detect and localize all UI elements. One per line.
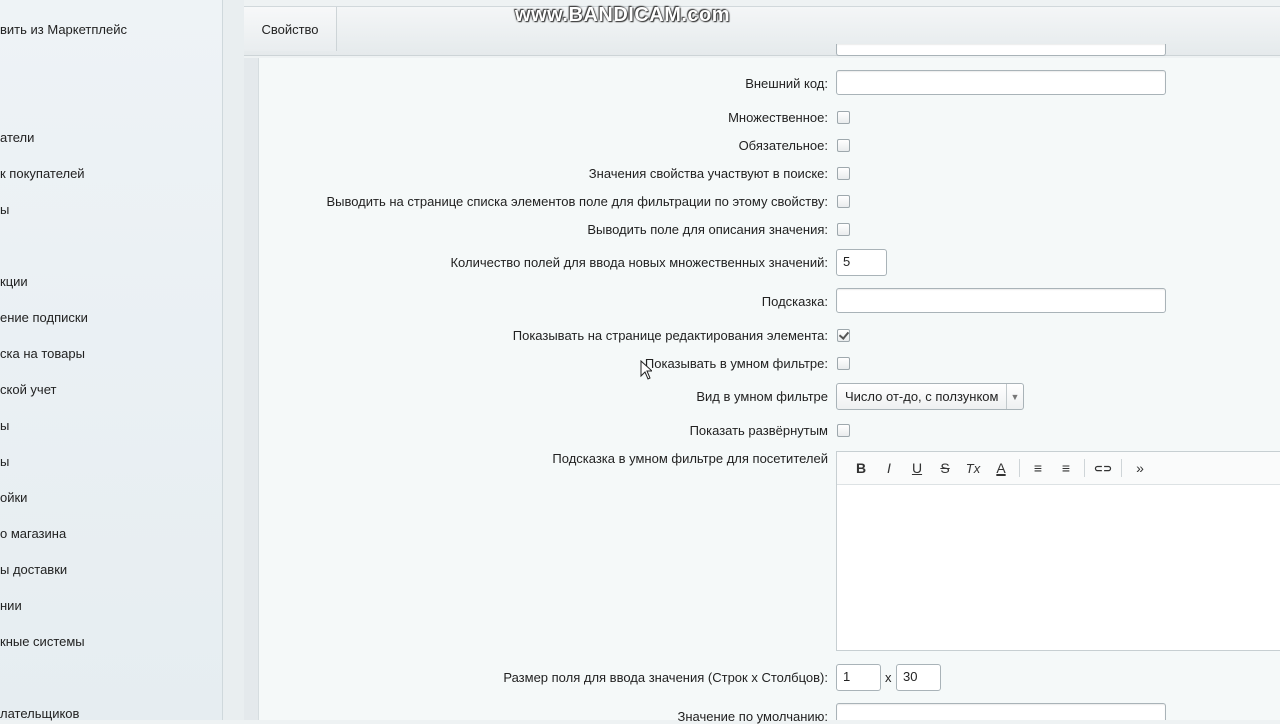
mouse-cursor-icon [640,360,652,380]
sidebar-item-buyer-groups[interactable]: к покупателей [0,166,220,181]
filter-list-label: Выводить на странице списка элементов по… [326,194,828,209]
content-gutter [244,58,259,720]
cols-input[interactable]: 30 [896,664,941,691]
filter-list-checkbox[interactable] [837,195,850,208]
clear-format-button[interactable]: Tx [959,461,987,476]
tab-property[interactable]: Свойство [244,7,337,51]
editor-toolbar: B I U S Tx A ≡ ≡ ⊂⊃ » [837,452,1280,485]
show-edit-label: Показывать на странице редактирования эл… [512,328,828,343]
more-icon[interactable]: » [1126,460,1154,476]
hint-input[interactable] [836,288,1166,313]
smart-filter-hint-label: Подсказка в умном фильтре для посетителе… [552,451,828,466]
multiple-label: Множественное: [728,110,828,125]
sidebar-item-delivery[interactable]: ы доставки [0,562,220,577]
show-edit-checkbox[interactable] [837,329,850,342]
toolbar-divider [1121,459,1122,477]
sidebar-item-9[interactable]: ы [0,454,220,469]
required-label: Обязательное: [738,138,828,153]
searchable-label: Значения свойства участвуют в поиске: [588,166,828,181]
sidebar-item-subscription[interactable]: ение подписки [0,310,220,325]
sidebar: вить из Маркетплейс атели к покупателей … [0,0,223,721]
hint-label: Подсказка: [761,294,828,309]
size-separator: x [885,670,892,685]
sidebar-item-3[interactable]: ы [0,202,220,217]
sidebar-item-13[interactable]: нии [0,598,220,613]
smart-filter-view-select[interactable]: Число от-до, с ползунком ▼ [836,383,1024,410]
link-icon[interactable]: ⊂⊃ [1089,462,1117,475]
toolbar-divider [1019,459,1020,477]
searchable-checkbox[interactable] [837,167,850,180]
default-value-label: Значение по умолчанию: [677,709,828,724]
required-checkbox[interactable] [837,139,850,152]
font-color-button[interactable]: A [987,460,1015,476]
smart-filter-view-value: Число от-до, с ползунком [845,389,999,404]
multiple-count-label: Количество полей для ввода новых множест… [450,255,828,270]
default-value-input[interactable] [836,703,1166,720]
underline-button[interactable]: U [903,460,931,476]
sidebar-item-accounting[interactable]: ской учет [0,382,220,397]
external-code-label: Внешний код: [745,76,828,91]
size-label: Размер поля для ввода значения (Строк x … [503,670,828,685]
rows-input[interactable]: 1 [836,664,881,691]
sidebar-item-settings[interactable]: ойки [0,490,220,505]
smart-filter-hint-editor[interactable]: B I U S Tx A ≡ ≡ ⊂⊃ » [836,451,1280,651]
bold-button[interactable]: B [847,460,875,476]
sidebar-item-promotions[interactable]: кции [0,274,220,289]
show-expanded-checkbox[interactable] [837,424,850,437]
external-code-input[interactable] [836,70,1166,95]
sidebar-gutter [223,0,244,720]
show-smart-filter-label: Показывать в умном фильтре: [644,356,828,371]
previous-field-input[interactable] [836,44,1166,56]
sidebar-item-payment-systems[interactable]: кные системы [0,634,220,649]
sidebar-item-marketplace[interactable]: вить из Маркетплейс [0,22,220,37]
toolbar-divider [1084,459,1085,477]
show-smart-filter-checkbox[interactable] [837,357,850,370]
italic-button[interactable]: I [875,460,903,476]
sidebar-item-buyers[interactable]: атели [0,130,220,145]
smart-filter-view-label: Вид в умном фильтре [696,389,828,404]
recorder-watermark: www.BANDICAM.com [515,4,731,26]
description-field-checkbox[interactable] [837,223,850,236]
sidebar-item-shop[interactable]: о магазина [0,526,220,541]
show-expanded-label: Показать развёрнутым [689,423,828,438]
ordered-list-icon[interactable]: ≡ [1024,460,1052,476]
description-field-label: Выводить поле для описания значения: [587,222,828,237]
sidebar-item-payers[interactable]: лательщиков [0,706,220,721]
strike-button[interactable]: S [931,460,959,476]
multiple-count-input[interactable]: 5 [836,249,887,276]
sidebar-item-product-subscribe[interactable]: ска на товары [0,346,220,361]
multiple-checkbox[interactable] [837,111,850,124]
sidebar-item-8[interactable]: ы [0,418,220,433]
unordered-list-icon[interactable]: ≡ [1052,460,1080,476]
chevron-down-icon[interactable]: ▼ [1006,384,1023,409]
